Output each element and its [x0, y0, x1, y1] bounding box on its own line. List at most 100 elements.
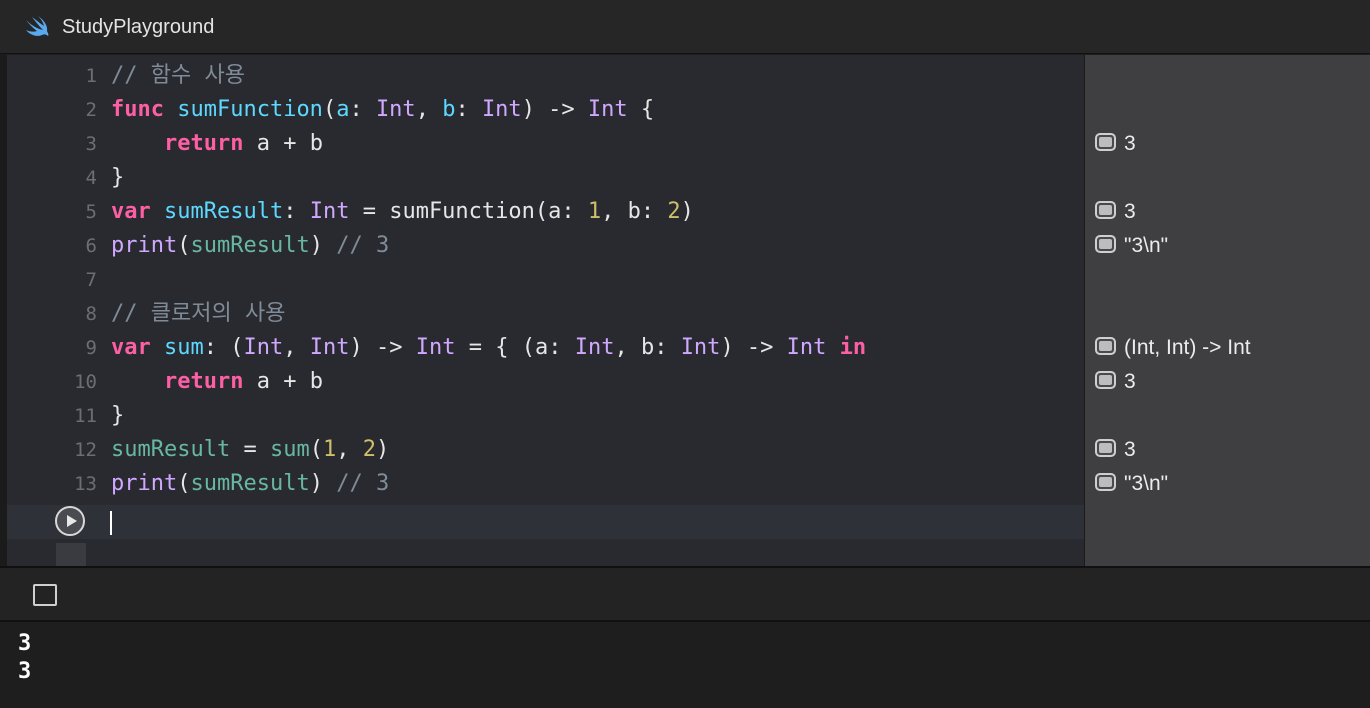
result-row-line-9[interactable]: (Int, Int) -> Int: [1095, 331, 1251, 365]
line-number: 1: [85, 65, 97, 87]
title-bar: StudyPlayground: [0, 0, 1370, 54]
number-literal: 2: [667, 199, 681, 224]
line-number: 11: [74, 405, 97, 427]
code-line-1[interactable]: // 함수 사용: [111, 59, 245, 93]
line-number: 3: [85, 133, 97, 155]
type-int: Int: [415, 335, 456, 360]
quick-look-icon[interactable]: [1095, 371, 1116, 390]
variable-name: sum: [164, 335, 204, 360]
quick-look-icon[interactable]: [1095, 133, 1116, 152]
result-row-line-13[interactable]: "3\n": [1095, 467, 1168, 501]
current-line-highlight: [7, 505, 1084, 539]
code-punct: {: [627, 97, 655, 122]
code-line-12[interactable]: sumResult = sum(1, 2): [111, 433, 389, 467]
code-punct: ): [309, 471, 337, 496]
code-line-2[interactable]: func sumFunction(a: Int, b: Int) -> Int …: [111, 93, 654, 127]
variable-ref: sumResult: [190, 471, 310, 496]
line-number: 2: [85, 99, 97, 121]
type-int: Int: [375, 97, 416, 122]
code-line-5[interactable]: var sumResult: Int = sumFunction(a: 1, b…: [111, 195, 694, 229]
console-output[interactable]: 3 3: [0, 622, 1370, 708]
keyword-in: in: [839, 335, 867, 360]
console-line: 3: [18, 659, 32, 684]
number-literal: 2: [362, 437, 376, 462]
code-line-10[interactable]: return a + b: [111, 365, 323, 399]
keyword-var: var: [111, 335, 151, 360]
keyword-return: return: [163, 131, 244, 156]
keyword-var: var: [111, 199, 151, 224]
code-punct: ) ->: [720, 335, 787, 360]
result-value: 3: [1124, 370, 1136, 393]
quick-look-icon[interactable]: [1095, 201, 1116, 220]
code-expression: a + b: [243, 369, 323, 394]
result-value: 3: [1124, 438, 1136, 461]
code-line-6[interactable]: print(sumResult) // 3: [111, 229, 389, 263]
code-comment: // 클로저의 사용: [111, 301, 286, 326]
code-punct: : (: [203, 335, 244, 360]
code-punct: = { (a:: [455, 335, 575, 360]
code-punct: , b:: [601, 199, 668, 224]
code-comment: // 3: [336, 471, 390, 496]
type-int: Int: [481, 97, 522, 122]
variable-name: sumResult: [164, 199, 284, 224]
line-number: 7: [85, 269, 97, 291]
code-line-9[interactable]: var sum: (Int, Int) -> Int = { (a: Int, …: [111, 331, 866, 365]
code-punct: :: [455, 97, 482, 122]
gutter-run-marker: [56, 543, 86, 566]
result-row-line-10[interactable]: 3: [1095, 365, 1136, 399]
line-number: 4: [85, 167, 97, 189]
code-line-11[interactable]: }: [111, 399, 124, 433]
quick-look-icon[interactable]: [1095, 235, 1116, 254]
code-punct: (: [309, 437, 323, 462]
code-punct: ) ->: [521, 97, 588, 122]
variable-ref: sumResult: [190, 233, 310, 258]
type-int: Int: [574, 335, 615, 360]
variable-ref: sumResult: [111, 437, 231, 462]
window-title: StudyPlayground: [62, 16, 215, 38]
code-line-8[interactable]: // 클로저의 사용: [111, 297, 285, 331]
result-value: "3\n": [1124, 234, 1169, 257]
code-line-3[interactable]: return a + b: [111, 127, 323, 161]
code-punct: ,: [415, 97, 443, 122]
number-literal: 1: [322, 437, 337, 462]
code-brace: }: [111, 403, 125, 428]
code-expression: a + b: [243, 131, 323, 156]
code-punct: (: [177, 471, 191, 496]
code-comment: // 3: [336, 233, 390, 258]
type-int: Int: [786, 335, 827, 360]
type-int: Int: [680, 335, 721, 360]
result-row-line-12[interactable]: 3: [1095, 433, 1136, 467]
code-line-13[interactable]: print(sumResult) // 3: [111, 467, 389, 501]
console-toggle-icon[interactable]: [33, 584, 57, 606]
quick-look-icon[interactable]: [1095, 473, 1116, 492]
text-cursor: [110, 511, 112, 535]
code-editor[interactable]: 1 2 3 4 5 6 7 8 9 10 11 12 13 // 함수 사용 f…: [0, 55, 1084, 566]
quick-look-icon[interactable]: [1095, 337, 1116, 356]
code-punct: :: [283, 199, 310, 224]
result-row-line-6[interactable]: "3\n": [1095, 229, 1168, 263]
result-row-line-3[interactable]: 3: [1095, 127, 1136, 161]
number-literal: 1: [587, 199, 602, 224]
code-punct: ): [375, 437, 390, 462]
line-number: 9: [85, 337, 97, 359]
result-value: "3\n": [1124, 472, 1169, 495]
function-print: print: [111, 233, 178, 258]
closure-call: sum: [269, 437, 310, 462]
line-number: 13: [74, 473, 97, 495]
code-comment: // 함수 사용: [111, 63, 245, 88]
quick-look-icon[interactable]: [1095, 439, 1116, 458]
keyword-return: return: [163, 369, 244, 394]
code-punct: =: [230, 437, 270, 462]
keyword-func: func: [111, 97, 164, 122]
code-line-4[interactable]: }: [111, 161, 124, 195]
run-playground-button[interactable]: [55, 506, 85, 536]
console-line: 3: [18, 631, 32, 656]
result-row-line-5[interactable]: 3: [1095, 195, 1136, 229]
result-value: 3: [1124, 132, 1136, 155]
code-punct: ): [680, 199, 694, 224]
playground-window: StudyPlayground 1 2 3 4 5 6 7 8 9 10 11 …: [0, 0, 1370, 708]
